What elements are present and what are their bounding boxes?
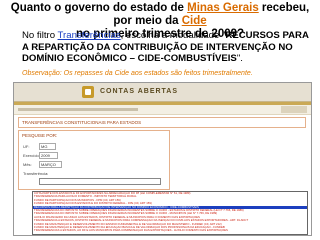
site-brand: CONTAS ABERTAS	[100, 88, 179, 95]
title-part1: Quanto o governo do estado de	[10, 2, 188, 14]
mes-select[interactable]: MARÇO	[39, 161, 62, 168]
exercicio-select[interactable]: 2009	[39, 152, 58, 159]
site-header: CONTAS ABERTAS	[14, 83, 311, 102]
filters-header: PESQUISE POR:	[22, 133, 58, 138]
site-logo-icon	[82, 86, 94, 98]
instruction-text: No filtro Transferências, escolha a moda…	[22, 30, 314, 65]
breadcrumb-bar	[14, 105, 311, 115]
filter-label-transferencia: Transferência:	[23, 171, 49, 176]
title-state: Minas Gerais	[187, 2, 259, 14]
filter-label-uf: UF:	[23, 144, 30, 149]
observation-label: Observação:	[22, 70, 62, 77]
instruction-prefix: No filtro	[22, 30, 58, 41]
website-screenshot: CONTAS ABERTAS TRANSFERÊNCIAS CONSTITUCI…	[13, 82, 312, 236]
transferencias-link[interactable]: Transferências	[58, 30, 121, 41]
transferencia-select[interactable]	[39, 178, 161, 185]
instruction-suffix: ".	[236, 53, 243, 64]
uf-select[interactable]: MG	[39, 143, 56, 150]
observation-text: Os repasses da Cide aos estados são feit…	[61, 70, 253, 77]
filter-label-mes: Mês:	[23, 162, 32, 167]
filters-panel: PESQUISE POR: UF: MG Exercício: 2009 Mês…	[18, 130, 170, 190]
filter-label-exercicio: Exercício:	[23, 153, 41, 158]
instruction-middle: , escolha a modalidade "	[120, 30, 226, 41]
dropdown-option[interactable]: TRANSFERÊNCIAS A ESTADOS, AO DF E AOS MU…	[33, 229, 307, 232]
breadcrumb	[18, 108, 138, 111]
panel-title: TRANSFERÊNCIAS CONSTITUCIONAIS PARA ESTA…	[18, 117, 306, 128]
breadcrumb-button[interactable]	[281, 106, 307, 113]
title-org: Cide	[181, 15, 207, 27]
transferencia-dropdown-list[interactable]: COTA-PARTE DOS ESTADOS E DF EXPORTADORES…	[32, 191, 308, 235]
observation-note: Observação: Os repasses da Cide aos esta…	[22, 70, 314, 77]
